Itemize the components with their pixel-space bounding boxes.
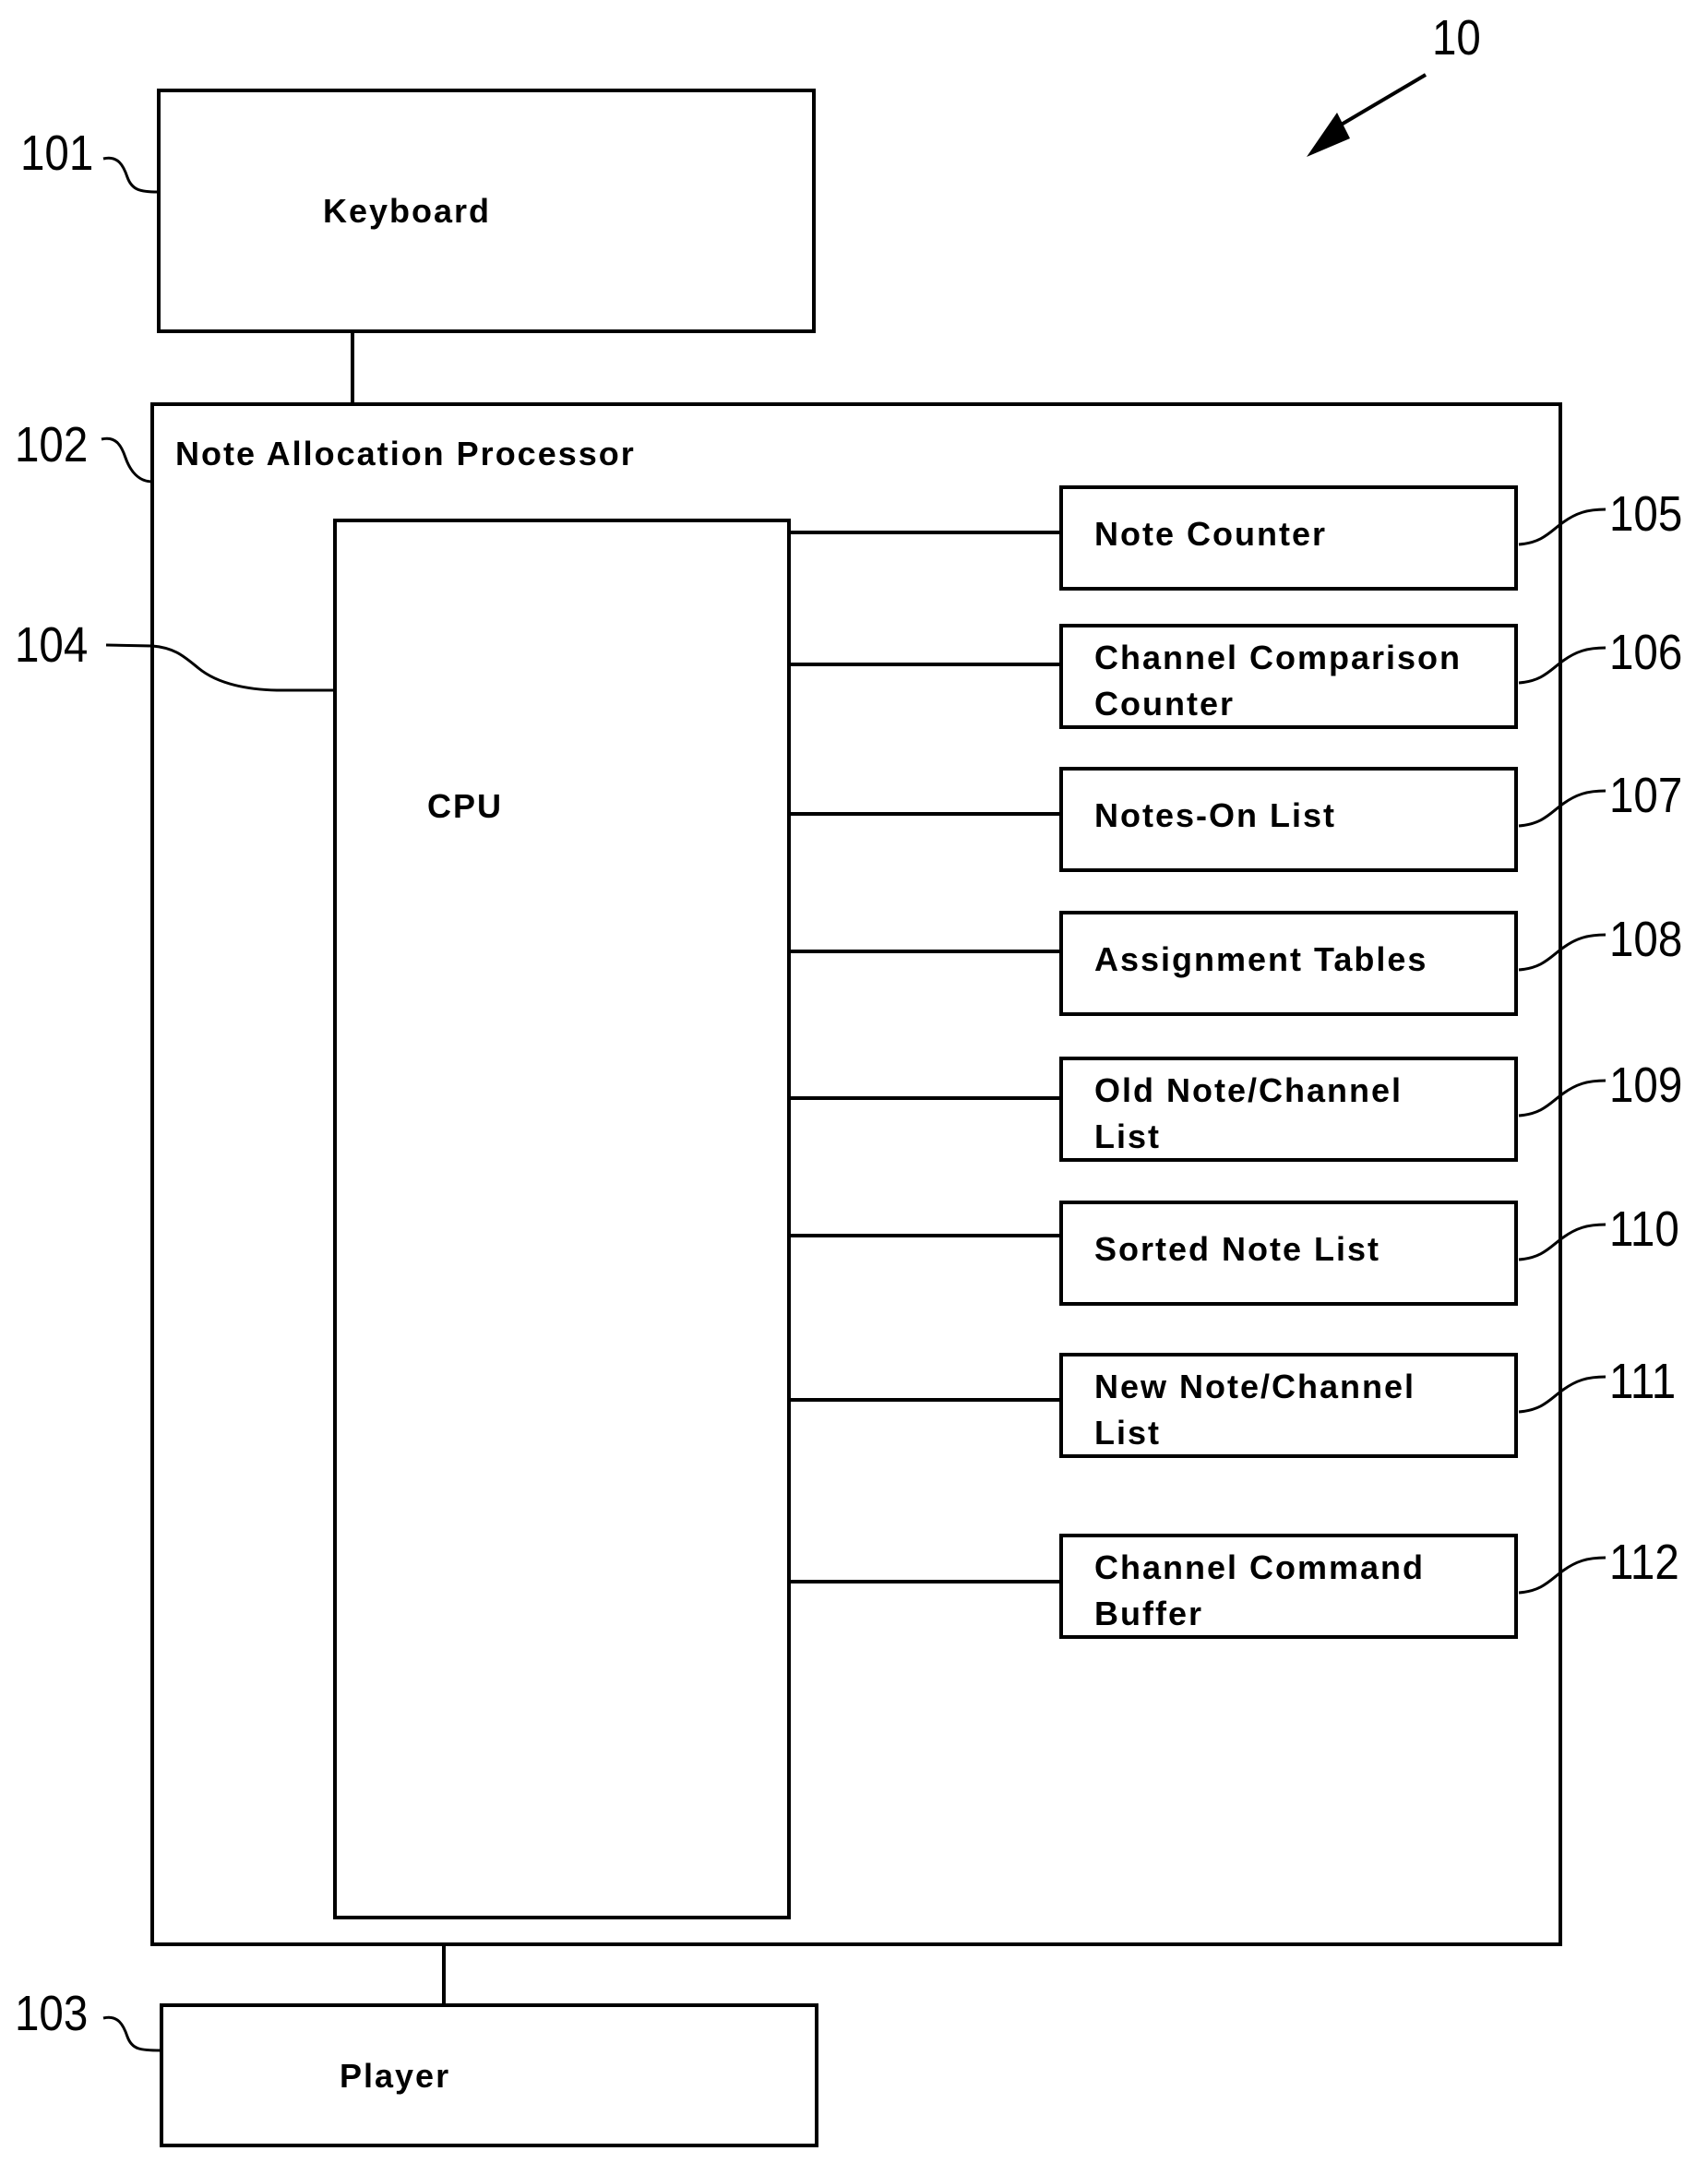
component-label-line: Sorted Note List	[1094, 1230, 1381, 1268]
ref-number-108: 108	[1609, 912, 1683, 967]
ref-number-109: 109	[1609, 1058, 1683, 1113]
component-label: Assignment Tables	[1094, 937, 1427, 983]
ref-number-111: 111	[1609, 1354, 1677, 1409]
component-label: Notes-On List	[1094, 793, 1336, 839]
component-label-line: List	[1094, 1117, 1162, 1155]
component-block-105: Note Counter	[1059, 485, 1518, 591]
component-label-line: Channel Comparison	[1094, 639, 1463, 676]
player-label: Player	[340, 2057, 451, 2095]
ref-number-107: 107	[1609, 768, 1683, 823]
ref-number-102: 102	[15, 417, 89, 472]
component-label-line: Note Counter	[1094, 515, 1327, 553]
figure-arrow-head	[1307, 113, 1350, 157]
cpu-block	[333, 519, 791, 1919]
ref-number-101: 101	[20, 125, 94, 181]
ref-number-105: 105	[1609, 486, 1683, 542]
lead-line-101	[102, 156, 159, 194]
component-label-line: Channel Command	[1094, 1548, 1426, 1586]
figure-ref-number: 10	[1432, 10, 1481, 66]
ref-number-110: 110	[1609, 1201, 1679, 1257]
lead-line-103	[102, 2015, 161, 2052]
component-label: Channel Command Buffer	[1094, 1545, 1425, 1637]
component-block-111: New Note/Channel List	[1059, 1353, 1518, 1458]
lead-line-102	[101, 436, 153, 484]
ref-number-103: 103	[15, 1986, 89, 2041]
player-block	[160, 2003, 818, 2147]
component-block-107: Notes-On List	[1059, 767, 1518, 872]
component-block-108: Assignment Tables	[1059, 911, 1518, 1016]
ref-number-112: 112	[1609, 1535, 1679, 1590]
component-label: New Note/Channel List	[1094, 1364, 1415, 1456]
component-label-line: Counter	[1094, 685, 1235, 723]
component-label-line: Old Note/Channel	[1094, 1071, 1403, 1109]
component-label-line: List	[1094, 1414, 1162, 1452]
component-label-line: New Note/Channel	[1094, 1368, 1416, 1405]
component-label-line: Notes-On List	[1094, 796, 1337, 834]
cpu-label: CPU	[427, 787, 504, 825]
keyboard-label: Keyboard	[323, 192, 492, 230]
component-label: Sorted Note List	[1094, 1226, 1380, 1273]
component-label-line: Assignment Tables	[1094, 940, 1428, 978]
component-label: Note Counter	[1094, 511, 1327, 557]
component-label: Channel Comparison Counter	[1094, 635, 1462, 727]
ref-number-106: 106	[1609, 625, 1683, 680]
processor-title: Note Allocation Processor	[175, 435, 636, 472]
ref-number-104: 104	[15, 617, 89, 673]
component-block-106: Channel Comparison Counter	[1059, 624, 1518, 729]
component-block-109: Old Note/Channel List	[1059, 1057, 1518, 1162]
component-block-112: Channel Command Buffer	[1059, 1534, 1518, 1639]
component-block-110: Sorted Note List	[1059, 1201, 1518, 1306]
component-label-line: Buffer	[1094, 1595, 1203, 1632]
component-label: Old Note/Channel List	[1094, 1068, 1403, 1160]
figure-arrow-shaft	[1332, 73, 1427, 131]
